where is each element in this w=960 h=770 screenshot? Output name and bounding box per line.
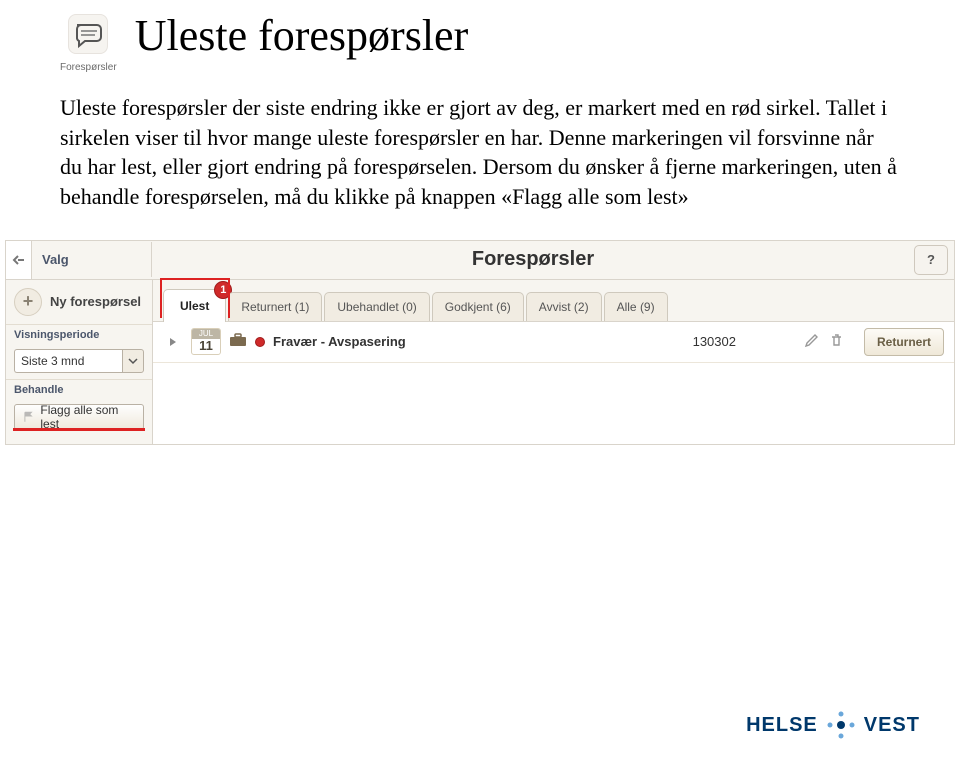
dock-toggle-button[interactable] [6, 241, 32, 279]
new-request-plus-button[interactable]: + [14, 288, 42, 316]
delete-icon[interactable] [829, 333, 844, 351]
doc-body: Uleste forespørsler der siste endring ik… [0, 73, 960, 212]
app-icon-label: Forespørsler [60, 62, 117, 73]
period-select[interactable]: Siste 3 mnd [14, 349, 144, 373]
request-type-label: Fravær - Avspasering [273, 334, 406, 349]
app-icon-box: Forespørsler [60, 10, 117, 73]
sidebar-header-valg: Valg [32, 242, 152, 277]
sidebar-section-visningsperiode: Visningsperiode [6, 324, 152, 344]
brand-dots-icon [826, 710, 856, 740]
brand-text-helse: HELSE [746, 714, 818, 737]
requests-icon [68, 14, 108, 54]
highlight-underline [13, 428, 145, 431]
chevron-down-icon[interactable] [122, 349, 144, 373]
tab-ulest[interactable]: Ulest 1 [163, 289, 226, 322]
flag-all-read-button[interactable]: Flagg alle som lest [14, 404, 144, 430]
flag-icon [23, 411, 34, 423]
tab-avvist[interactable]: Avvist (2) [526, 292, 602, 321]
tab-alle[interactable]: Alle (9) [604, 292, 668, 321]
help-button[interactable]: ? [914, 245, 948, 275]
briefcase-icon [229, 333, 247, 350]
brand-text-vest: VEST [864, 714, 920, 737]
calendar-icon: JUL 11 [191, 328, 221, 355]
edit-icon[interactable] [804, 333, 819, 351]
tab-ubehandlet[interactable]: Ubehandlet (0) [324, 292, 429, 321]
brand-logo: HELSE VEST [746, 710, 920, 740]
status-chip-returnert: Returnert [864, 328, 944, 356]
unread-dot-icon [255, 337, 265, 347]
panel-title: Forespørsler [152, 248, 914, 271]
screenshot-panel: Valg Forespørsler ? + Ny forespørsel Vis… [5, 240, 955, 445]
tab-returnert[interactable]: Returnert (1) [228, 292, 322, 321]
period-select-value[interactable]: Siste 3 mnd [14, 349, 122, 373]
tab-godkjent[interactable]: Godkjent (6) [432, 292, 524, 321]
request-row[interactable]: JUL 11 Fravær - Avspasering 130302 Retur… [153, 322, 954, 363]
sidebar-section-behandle: Behandle [6, 379, 152, 399]
request-id: 130302 [693, 334, 736, 349]
expand-row-icon[interactable] [163, 337, 183, 347]
flag-all-read-label: Flagg alle som lest [40, 403, 135, 431]
new-request-label[interactable]: Ny forespørsel [50, 294, 141, 309]
page-title: Uleste forespørsler [135, 10, 469, 61]
